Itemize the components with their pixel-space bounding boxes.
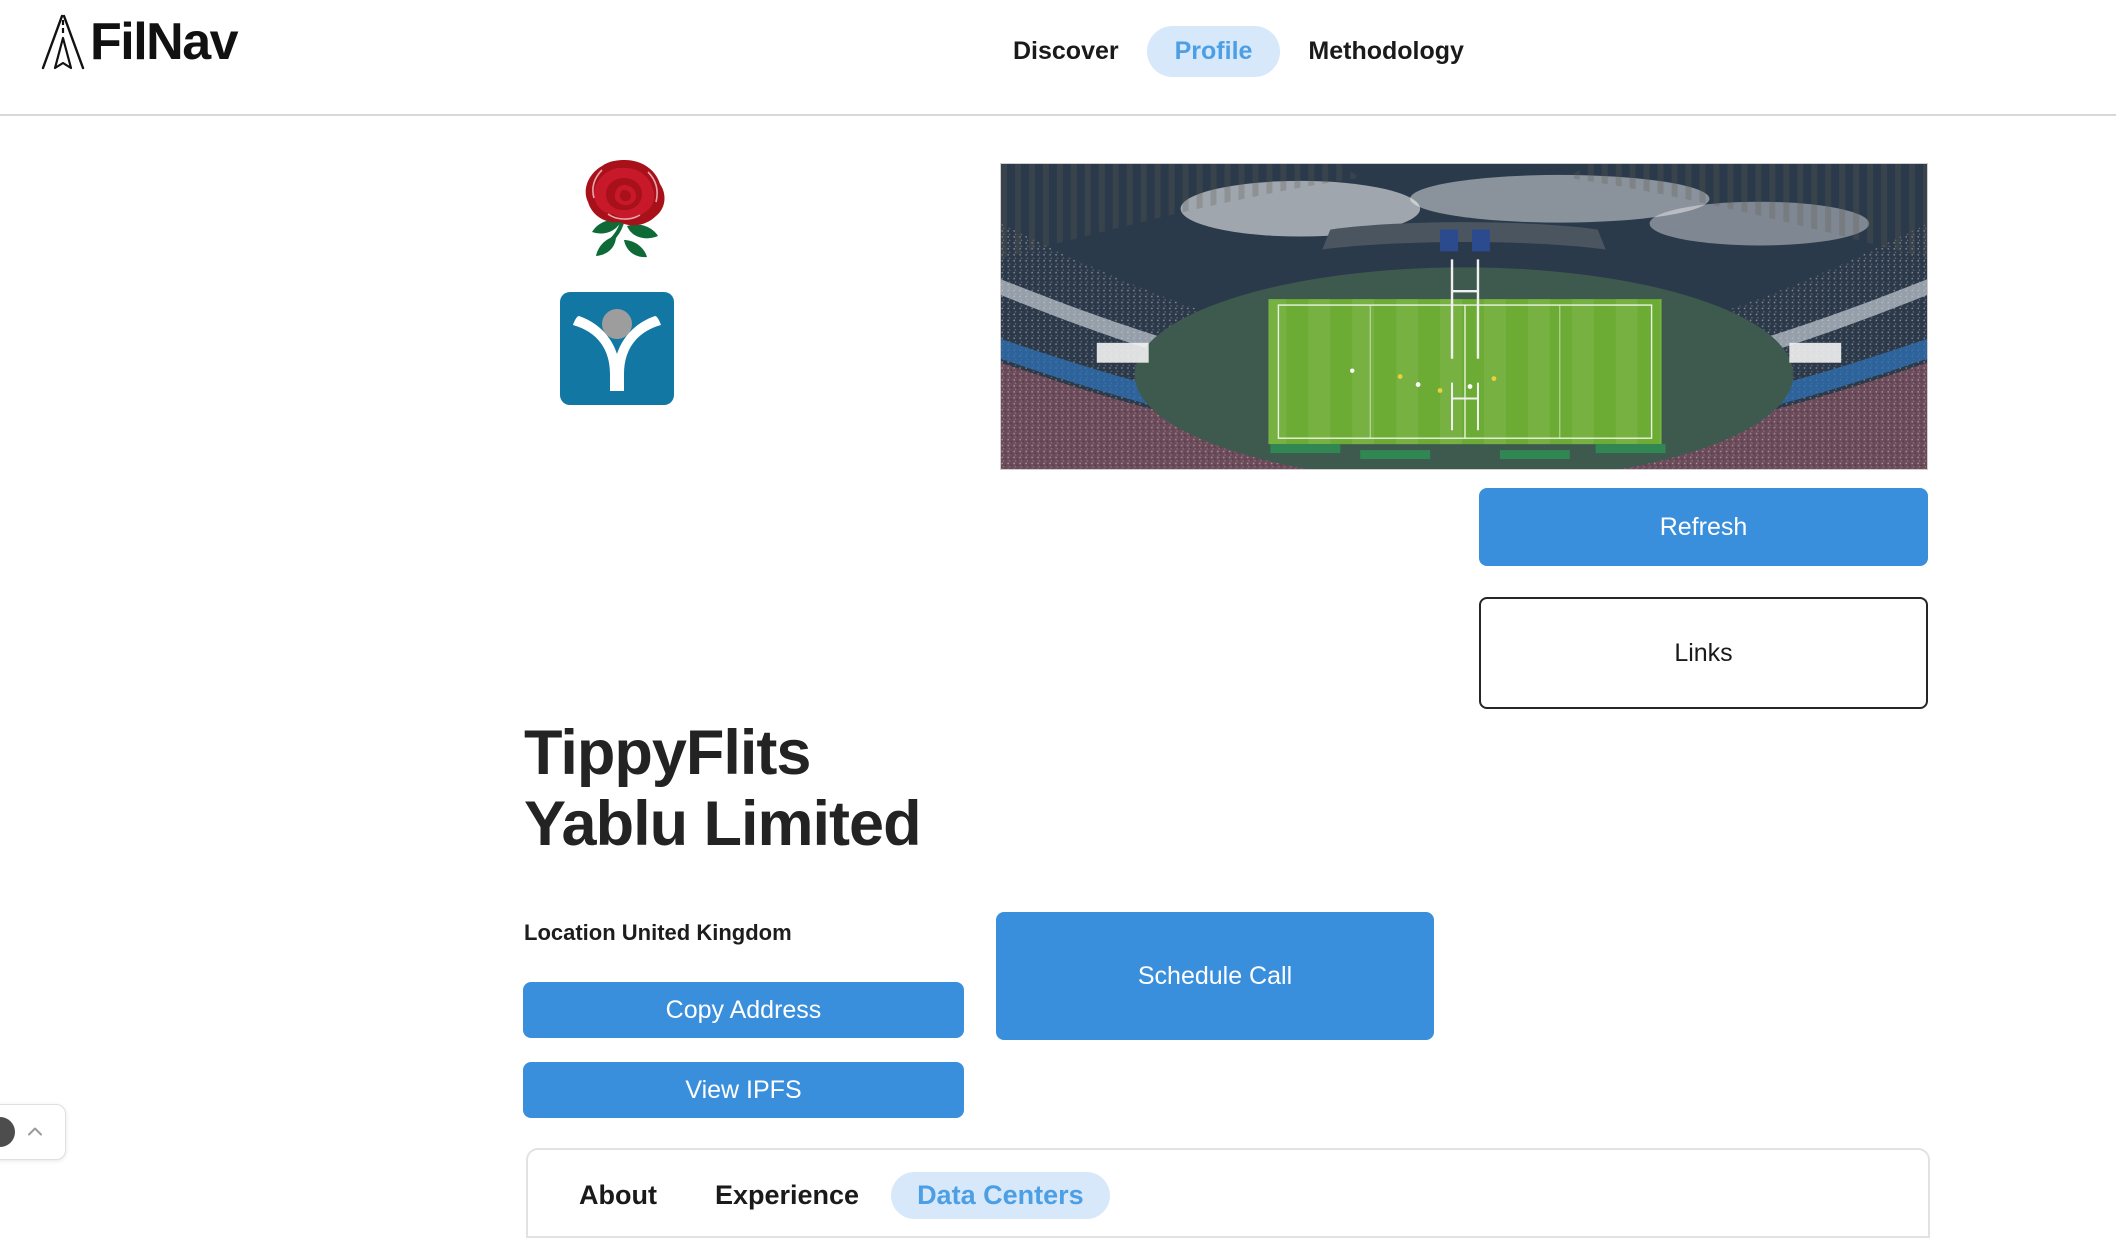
refresh-button[interactable]: Refresh xyxy=(1479,488,1928,566)
copy-address-button[interactable]: Copy Address xyxy=(523,982,964,1038)
profile-tab-card: About Experience Data Centers xyxy=(526,1148,1930,1238)
floating-account-widget[interactable] xyxy=(0,1104,66,1160)
blue-square-figure-logo xyxy=(560,292,678,405)
nav-item-discover[interactable]: Discover xyxy=(985,26,1147,77)
brand-name: FilNav xyxy=(90,13,239,71)
site-header: FilNav Discover Profile Methodology xyxy=(0,0,2116,116)
schedule-call-button[interactable]: Schedule Call xyxy=(996,912,1434,1040)
nav-item-profile[interactable]: Profile xyxy=(1146,26,1281,77)
navigation-arrow-icon xyxy=(40,14,86,70)
tab-data-centers[interactable]: Data Centers xyxy=(891,1172,1110,1219)
nav-item-methodology[interactable]: Methodology xyxy=(1280,26,1492,77)
rugby-stadium-photo xyxy=(1000,163,1928,470)
links-button[interactable]: Links xyxy=(1479,597,1928,709)
brand-logo[interactable]: FilNav xyxy=(40,13,239,71)
tab-experience[interactable]: Experience xyxy=(689,1172,885,1219)
page-title-line-2: Yablu Limited xyxy=(524,789,922,860)
page-title-line-1: TippyFlits xyxy=(524,718,811,788)
location-label: Location United Kingdom xyxy=(524,920,792,945)
organization-logos xyxy=(560,152,688,405)
avatar-circle-icon xyxy=(0,1117,15,1147)
profile-tabs: About Experience Data Centers xyxy=(528,1150,1928,1219)
main-navigation: Discover Profile Methodology xyxy=(985,26,1492,77)
profile-title-block: TippyFlits Yablu Limited xyxy=(524,718,1424,860)
tab-about[interactable]: About xyxy=(553,1172,683,1219)
chevron-up-icon[interactable] xyxy=(25,1122,45,1142)
view-ipfs-button[interactable]: View IPFS xyxy=(523,1062,964,1118)
england-rugby-rose-logo xyxy=(570,152,676,264)
